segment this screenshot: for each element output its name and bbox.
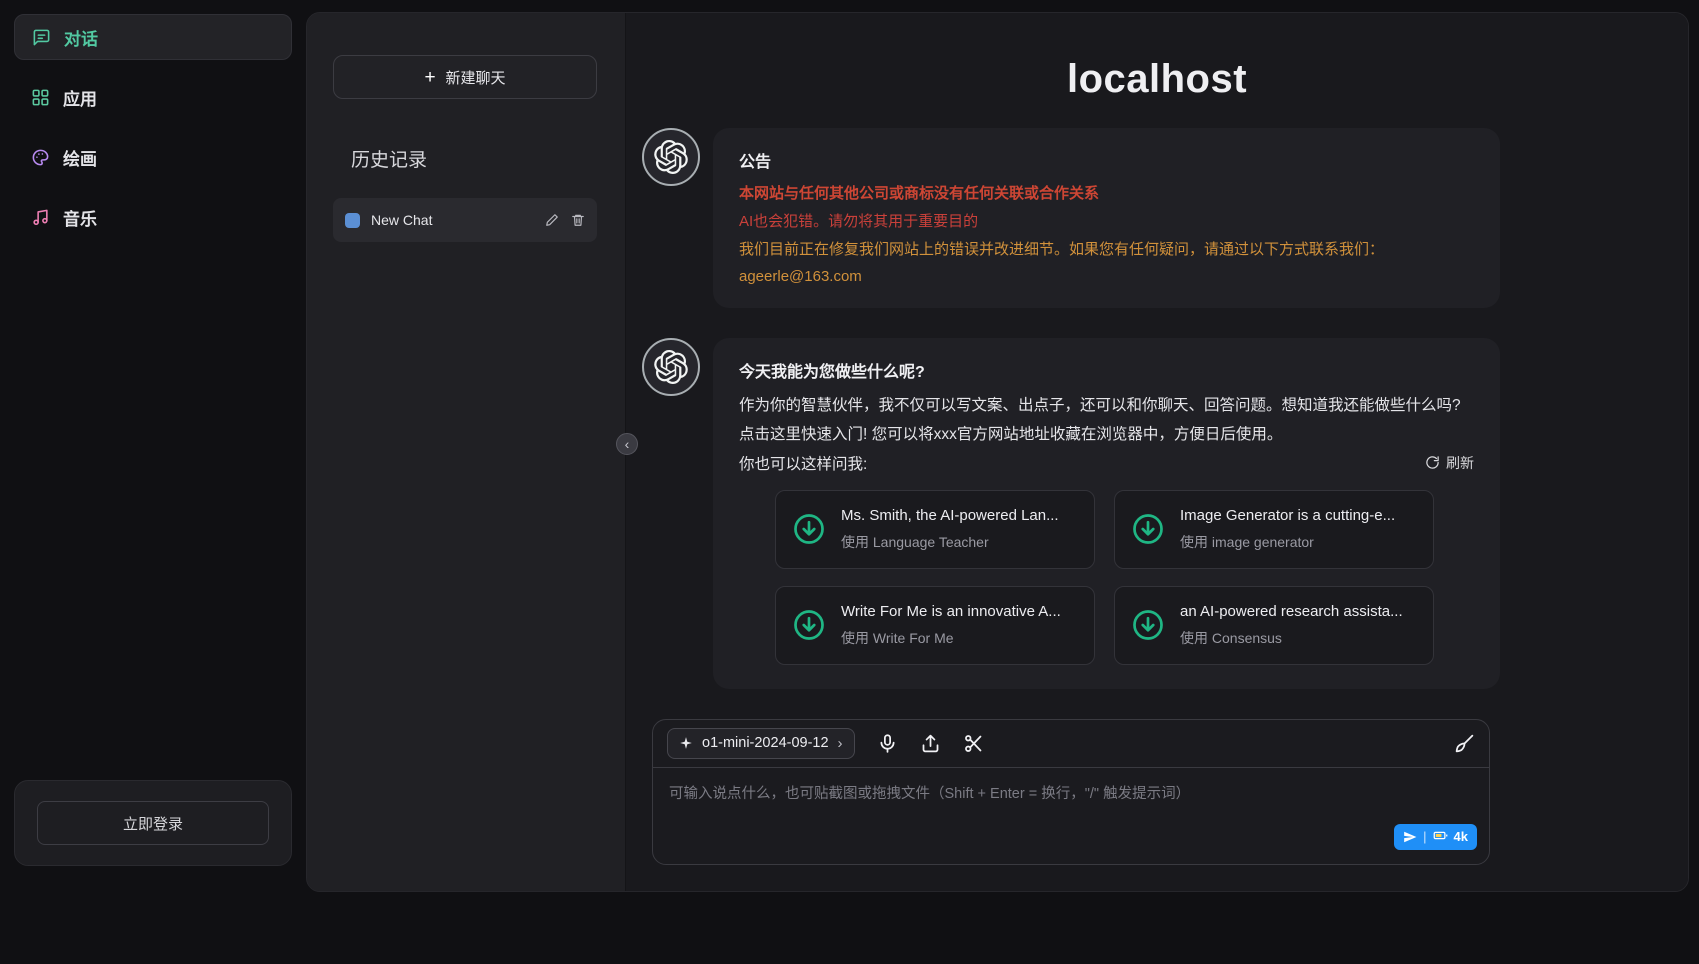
ask-hint-text: 你也可以这样问我: (739, 452, 867, 474)
ask-hint-row: 你也可以这样问我: 刷新 (739, 452, 1474, 474)
circle-arrow-down-icon (791, 607, 827, 643)
circle-arrow-down-icon (1130, 607, 1166, 643)
announcement-line: 本网站与任何其他公司或商标没有任何关联或合作关系 (739, 182, 1474, 207)
contact-email-link[interactable]: ageerle@163.com (739, 268, 862, 285)
sidebar: 对话 应用 绘画 音乐 立即登录 (0, 0, 306, 964)
suggestion-subtitle: 使用 Write For Me (841, 628, 1061, 648)
chat-list-column: + 新建聊天 历史记录 New Chat (307, 13, 626, 891)
suggestion-grid: Ms. Smith, the AI-powered Lan... 使用 Lang… (775, 490, 1434, 665)
openai-logo-icon (654, 140, 688, 174)
badge-divider: | (1423, 829, 1426, 844)
refresh-suggestions-button[interactable]: 刷新 (1425, 453, 1474, 473)
chat-list-item[interactable]: New Chat (333, 198, 597, 242)
announcement-line: 我们目前正在修复我们网站上的错误并改进细节。如果您有任何疑问，请通过以下方式联系… (739, 238, 1474, 263)
openai-logo-icon (654, 350, 688, 384)
circle-arrow-down-icon (791, 511, 827, 547)
model-selector[interactable]: o1-mini-2024-09-12 › (667, 728, 855, 759)
suggestion-title: Ms. Smith, the AI-powered Lan... (841, 507, 1059, 524)
sidebar-item-drawing[interactable]: 绘画 (14, 134, 292, 180)
suggestion-card[interactable]: Ms. Smith, the AI-powered Lan... 使用 Lang… (775, 490, 1095, 569)
music-note-icon (30, 207, 50, 227)
message-list: 公告 本网站与任何其他公司或商标没有任何关联或合作关系 AI也会犯错。请勿将其用… (642, 128, 1500, 689)
sidebar-item-apps[interactable]: 应用 (14, 74, 292, 120)
upload-button[interactable] (920, 733, 941, 754)
suggestion-title: Write For Me is an innovative A... (841, 603, 1061, 620)
token-count: 4k (1454, 829, 1468, 844)
palette-icon (30, 147, 50, 167)
suggestion-card[interactable]: Image Generator is a cutting-e... 使用 ima… (1114, 490, 1434, 569)
welcome-body: 作为你的智慧伙伴，我不仅可以写文案、出点子，还可以和你聊天、回答问题。想知道我还… (739, 392, 1474, 449)
app-root: 对话 应用 绘画 音乐 立即登录 + (0, 0, 1699, 964)
chat-main: localhost 公告 本网站与任何其他公司或商标没有任何关联或合作关系 AI… (626, 13, 1688, 891)
sidebar-item-label: 绘画 (63, 145, 97, 170)
sidebar-item-music[interactable]: 音乐 (14, 194, 292, 240)
announcement-bubble: 公告 本网站与任何其他公司或商标没有任何关联或合作关系 AI也会犯错。请勿将其用… (713, 128, 1500, 308)
plus-icon: + (424, 68, 435, 87)
token-battery-icon (1433, 828, 1448, 846)
welcome-heading: 今天我能为您做些什么呢? (739, 358, 1474, 382)
suggestion-title: an AI-powered research assista... (1180, 603, 1403, 620)
upload-icon (920, 733, 941, 754)
screenshot-scissors-button[interactable] (963, 733, 984, 754)
send-plane-icon (1403, 830, 1417, 844)
suggestion-subtitle: 使用 image generator (1180, 532, 1395, 552)
announcement-line: AI也会犯错。请勿将其用于重要目的 (739, 210, 1474, 235)
content-panel: + 新建聊天 历史记录 New Chat ‹ localhost (306, 12, 1689, 892)
apps-grid-icon (30, 87, 50, 107)
new-chat-label: 新建聊天 (446, 67, 506, 88)
chevron-right-icon: › (838, 735, 843, 752)
assistant-avatar (642, 338, 700, 396)
edit-pencil-icon[interactable] (545, 213, 559, 227)
login-panel: 立即登录 (14, 780, 292, 866)
clear-context-button[interactable] (1454, 733, 1475, 754)
sidebar-item-chat[interactable]: 对话 (14, 14, 292, 60)
new-chat-button[interactable]: + 新建聊天 (333, 55, 597, 99)
page-title: localhost (626, 57, 1688, 102)
login-button[interactable]: 立即登录 (37, 801, 269, 845)
refresh-label: 刷新 (1446, 453, 1474, 473)
chat-item-title: New Chat (371, 212, 432, 228)
composer: o1-mini-2024-09-12 › (652, 719, 1490, 865)
assistant-avatar (642, 128, 700, 186)
microphone-icon (877, 733, 898, 754)
suggestion-card[interactable]: Write For Me is an innovative A... 使用 Wr… (775, 586, 1095, 665)
delete-trash-icon[interactable] (571, 213, 585, 227)
circle-arrow-down-icon (1130, 511, 1166, 547)
suggestion-subtitle: 使用 Consensus (1180, 628, 1403, 648)
assistant-message-announcement: 公告 本网站与任何其他公司或商标没有任何关联或合作关系 AI也会犯错。请勿将其用… (642, 128, 1500, 308)
suggestion-subtitle: 使用 Language Teacher (841, 532, 1059, 552)
welcome-bubble: 今天我能为您做些什么呢? 作为你的智慧伙伴，我不仅可以写文案、出点子，还可以和你… (713, 338, 1500, 688)
chat-color-swatch-icon (345, 213, 360, 228)
scissors-icon (963, 733, 984, 754)
chat-icon (31, 27, 51, 47)
sidebar-item-label: 对话 (64, 25, 98, 50)
collapse-sidebar-button[interactable]: ‹ (616, 433, 638, 455)
chat-item-actions (545, 213, 585, 227)
assistant-message-welcome: 今天我能为您做些什么呢? 作为你的智慧伙伴，我不仅可以写文案、出点子，还可以和你… (642, 338, 1500, 688)
composer-input-area: | 4k (653, 768, 1489, 864)
broom-icon (1454, 733, 1475, 754)
model-name: o1-mini-2024-09-12 (702, 735, 829, 751)
composer-toolbar: o1-mini-2024-09-12 › (653, 720, 1489, 768)
sparkle-icon (679, 736, 693, 750)
suggestion-card[interactable]: an AI-powered research assista... 使用 Con… (1114, 586, 1434, 665)
send-button[interactable]: | 4k (1394, 824, 1477, 850)
sidebar-item-label: 音乐 (63, 205, 97, 230)
history-title: 历史记录 (351, 145, 597, 172)
refresh-icon (1425, 455, 1440, 470)
sidebar-item-label: 应用 (63, 85, 97, 110)
announcement-heading: 公告 (739, 148, 1474, 172)
message-input[interactable] (653, 768, 1489, 864)
suggestion-title: Image Generator is a cutting-e... (1180, 507, 1395, 524)
microphone-button[interactable] (877, 733, 898, 754)
